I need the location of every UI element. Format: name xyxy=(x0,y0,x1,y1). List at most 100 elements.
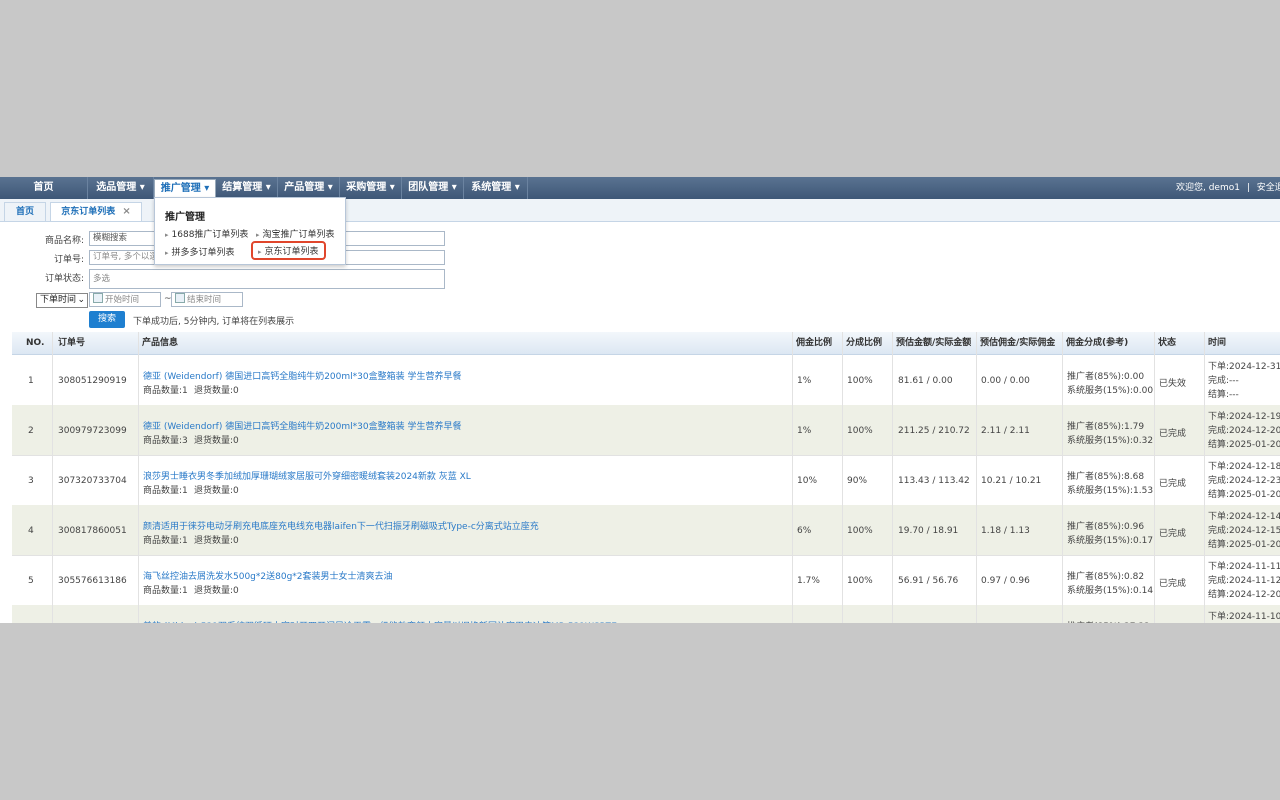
cell-t2: 完成:--- xyxy=(1208,376,1239,386)
col-amount: 预估金额/实际金额 xyxy=(896,338,972,348)
tab-home[interactable]: 首页 xyxy=(4,202,46,221)
column-divider xyxy=(1062,332,1063,623)
cell-share: 100% xyxy=(847,426,873,436)
arrow-right-icon: ▸ xyxy=(165,231,169,239)
cell-amount: 81.61 / 0.00 xyxy=(898,376,953,386)
cell-product[interactable]: 美的 (Midea) 531双系统双循环十字对开四开门风冷无霜一级能效变频大容量… xyxy=(143,619,783,623)
tab-jd-orders[interactable]: 京东订单列表 × xyxy=(50,202,142,221)
menu-item-label: 拼多多订单列表 xyxy=(171,248,235,258)
menu-item-taobao-orders[interactable]: ▸ 淘宝推广订单列表 xyxy=(256,227,335,240)
cell-promoter: 推广者(85%):8.68 xyxy=(1067,472,1145,482)
nav-purchasing[interactable]: 采购管理 ▾ xyxy=(340,177,402,199)
cell-service: 系统服务(15%):0.17 xyxy=(1067,536,1154,546)
menu-item-label: 淘宝推广订单列表 xyxy=(262,230,335,240)
cell-t1: 下单:2024-11-10 2 xyxy=(1208,612,1280,622)
product-name-label: 商品名称: xyxy=(44,236,84,246)
cell-promoter: 推广者(85%):0.82 xyxy=(1067,572,1145,582)
nav-products[interactable]: 产品管理 ▾ xyxy=(278,177,340,199)
table-row: 6美的 (Midea) 531双系统双循环十字对开四开门风冷无霜一级能效变频大容… xyxy=(12,605,1280,623)
cell-t1: 下单:2024-11-11 2 xyxy=(1208,562,1280,572)
cell-ret: 退货数量:0 xyxy=(194,386,239,396)
cell-t3: 结算:2024-12-20 xyxy=(1208,590,1280,600)
col-order: 订单号 xyxy=(58,338,86,348)
cell-qty: 商品数量:1 xyxy=(143,486,188,496)
col-rate: 佣金比例 xyxy=(796,338,833,348)
menu-item-pdd-orders[interactable]: ▸ 拼多多订单列表 xyxy=(165,245,235,258)
cell-no: 1 xyxy=(28,376,34,386)
cell-comm: 10.21 / 10.21 xyxy=(981,476,1042,486)
search-hint: 下单成功后, 5分钟内, 订单将在列表展示 xyxy=(133,317,295,327)
column-divider xyxy=(138,332,139,623)
col-share: 分成比例 xyxy=(846,338,883,348)
table-row: 2 300979723099 德亚 (Weidendorf) 德国进口高钙全脂纯牛奶… xyxy=(12,405,1280,456)
cell-amount: 113.43 / 113.42 xyxy=(898,476,970,486)
cell-product[interactable]: 德亚 (Weidendorf) 德国进口高钙全脂纯牛奶200ml*30盒整箱装 … xyxy=(143,369,783,382)
cell-status: 已完成 xyxy=(1159,429,1187,439)
cell-no: 2 xyxy=(28,426,34,436)
cell-qty: 商品数量:1 xyxy=(143,536,188,546)
table-row: 5 305576613186 海飞丝控油去屑洗发水500g*2送80g*2套装男士女… xyxy=(12,555,1280,606)
cell-product[interactable]: 浪莎男士睡衣男冬季加绒加厚珊瑚绒家居服可外穿细密暖绒套装2024新款 灰蓝 XL xyxy=(143,469,783,482)
order-status-label: 订单状态: xyxy=(44,274,84,284)
table-row: 4 300817860051 颜清适用于徕芬电动牙刷充电底座充电线充电器laifen… xyxy=(12,505,1280,556)
col-product: 产品信息 xyxy=(142,338,179,348)
cell-t1: 下单:2024-12-14 2 xyxy=(1208,512,1280,522)
cell-product[interactable]: 颜清适用于徕芬电动牙刷充电底座充电线充电器laifen下一代扫振牙刷磁吸式Typ… xyxy=(143,519,783,532)
cell-order: 305576613186 xyxy=(58,576,127,586)
cell-status: 已完成 xyxy=(1159,579,1187,589)
table-row: 3 307320733704 浪莎男士睡衣男冬季加绒加厚珊瑚绒家居服可外穿细密暖绒套… xyxy=(12,455,1280,506)
cell-amount: 19.70 / 18.91 xyxy=(898,526,959,536)
column-divider xyxy=(1204,332,1205,623)
table-header: NO. 订单号 产品信息 佣金比例 分成比例 预估金额/实际金额 预估佣金/实际… xyxy=(12,332,1280,355)
menu-item-jd-orders[interactable]: ▸ 京东订单列表 xyxy=(251,241,326,260)
caret-down-icon: ▾ xyxy=(265,182,271,193)
calendar-icon xyxy=(175,293,185,303)
table-row: 1 308051290919 德亚 (Weidendorf) 德国进口高钙全脂纯牛奶… xyxy=(12,355,1280,406)
nav-settlement[interactable]: 结算管理 ▾ xyxy=(216,177,278,199)
cell-status: 已完成 xyxy=(1159,529,1187,539)
tab-label: 首页 xyxy=(15,207,34,217)
cell-share: 100% xyxy=(847,576,873,586)
nav-system[interactable]: 系统管理 ▾ xyxy=(464,177,528,199)
cell-t1: 下单:2024-12-31 1 xyxy=(1208,362,1280,372)
logout-link[interactable]: 安全退出 xyxy=(1257,183,1280,193)
column-divider xyxy=(792,332,793,623)
end-time-input[interactable]: 结束时间 xyxy=(171,292,243,307)
cell-no: 4 xyxy=(28,526,34,536)
order-status-multiselect[interactable]: 多选 xyxy=(89,269,445,289)
promotion-dropdown-menu: 推广管理 ▸ 1688推广订单列表 ▸ 淘宝推广订单列表 ▸ 拼多多订单列表 ▸ 京东订… xyxy=(154,197,346,265)
user-area: 欢迎您, demo1 | 安全退出 xyxy=(1176,177,1280,199)
nav-product-selection[interactable]: 选品管理 ▾ xyxy=(88,177,154,199)
cell-service: 系统服务(15%):0.32 xyxy=(1067,436,1154,446)
cell-promoter: 推广者(85%):0.96 xyxy=(1067,522,1145,532)
nav-promotion[interactable]: 推广管理 ▾ xyxy=(154,179,216,199)
cell-product[interactable]: 海飞丝控油去屑洗发水500g*2送80g*2套装男士女士清爽去油 xyxy=(143,569,783,582)
nav-label: 采购管理 xyxy=(346,182,387,193)
cell-product[interactable]: 德亚 (Weidendorf) 德国进口高钙全脂纯牛奶200ml*30盒整箱装 … xyxy=(143,419,783,432)
menu-item-1688-orders[interactable]: ▸ 1688推广订单列表 xyxy=(165,227,248,240)
cell-promoter: 推广者(85%):1.79 xyxy=(1067,422,1145,432)
col-commission: 预估佣金/实际佣金 xyxy=(980,338,1056,348)
cell-rate: 1% xyxy=(797,426,812,436)
cell-order: 300817860051 xyxy=(58,526,127,536)
cell-amount: 211.25 / 210.72 xyxy=(898,426,970,436)
nav-label: 推广管理 xyxy=(160,183,201,194)
cell-no: 5 xyxy=(28,576,34,586)
caret-down-icon: ▾ xyxy=(451,182,457,193)
col-status: 状态 xyxy=(1158,338,1177,348)
cell-share: 100% xyxy=(847,526,873,536)
close-icon[interactable]: × xyxy=(122,206,130,217)
cell-share: 100% xyxy=(847,376,873,386)
nav-team[interactable]: 团队管理 ▾ xyxy=(402,177,464,199)
cell-qty: 商品数量:1 xyxy=(143,586,188,596)
arrow-right-icon: ▸ xyxy=(256,231,260,239)
nav-home[interactable]: 首页 xyxy=(0,177,88,199)
cell-service: 系统服务(15%):0.14 xyxy=(1067,586,1154,596)
menu-item-label: 京东订单列表 xyxy=(264,247,319,257)
cell-order: 308051290919 xyxy=(58,376,127,386)
start-time-input[interactable]: 开始时间 xyxy=(89,292,161,307)
time-type-select[interactable]: 下单时间 ⌄ xyxy=(36,293,88,308)
caret-down-icon: ▾ xyxy=(514,182,520,193)
cell-status: 已完成 xyxy=(1159,479,1187,489)
search-button[interactable]: 搜索 xyxy=(89,311,125,328)
